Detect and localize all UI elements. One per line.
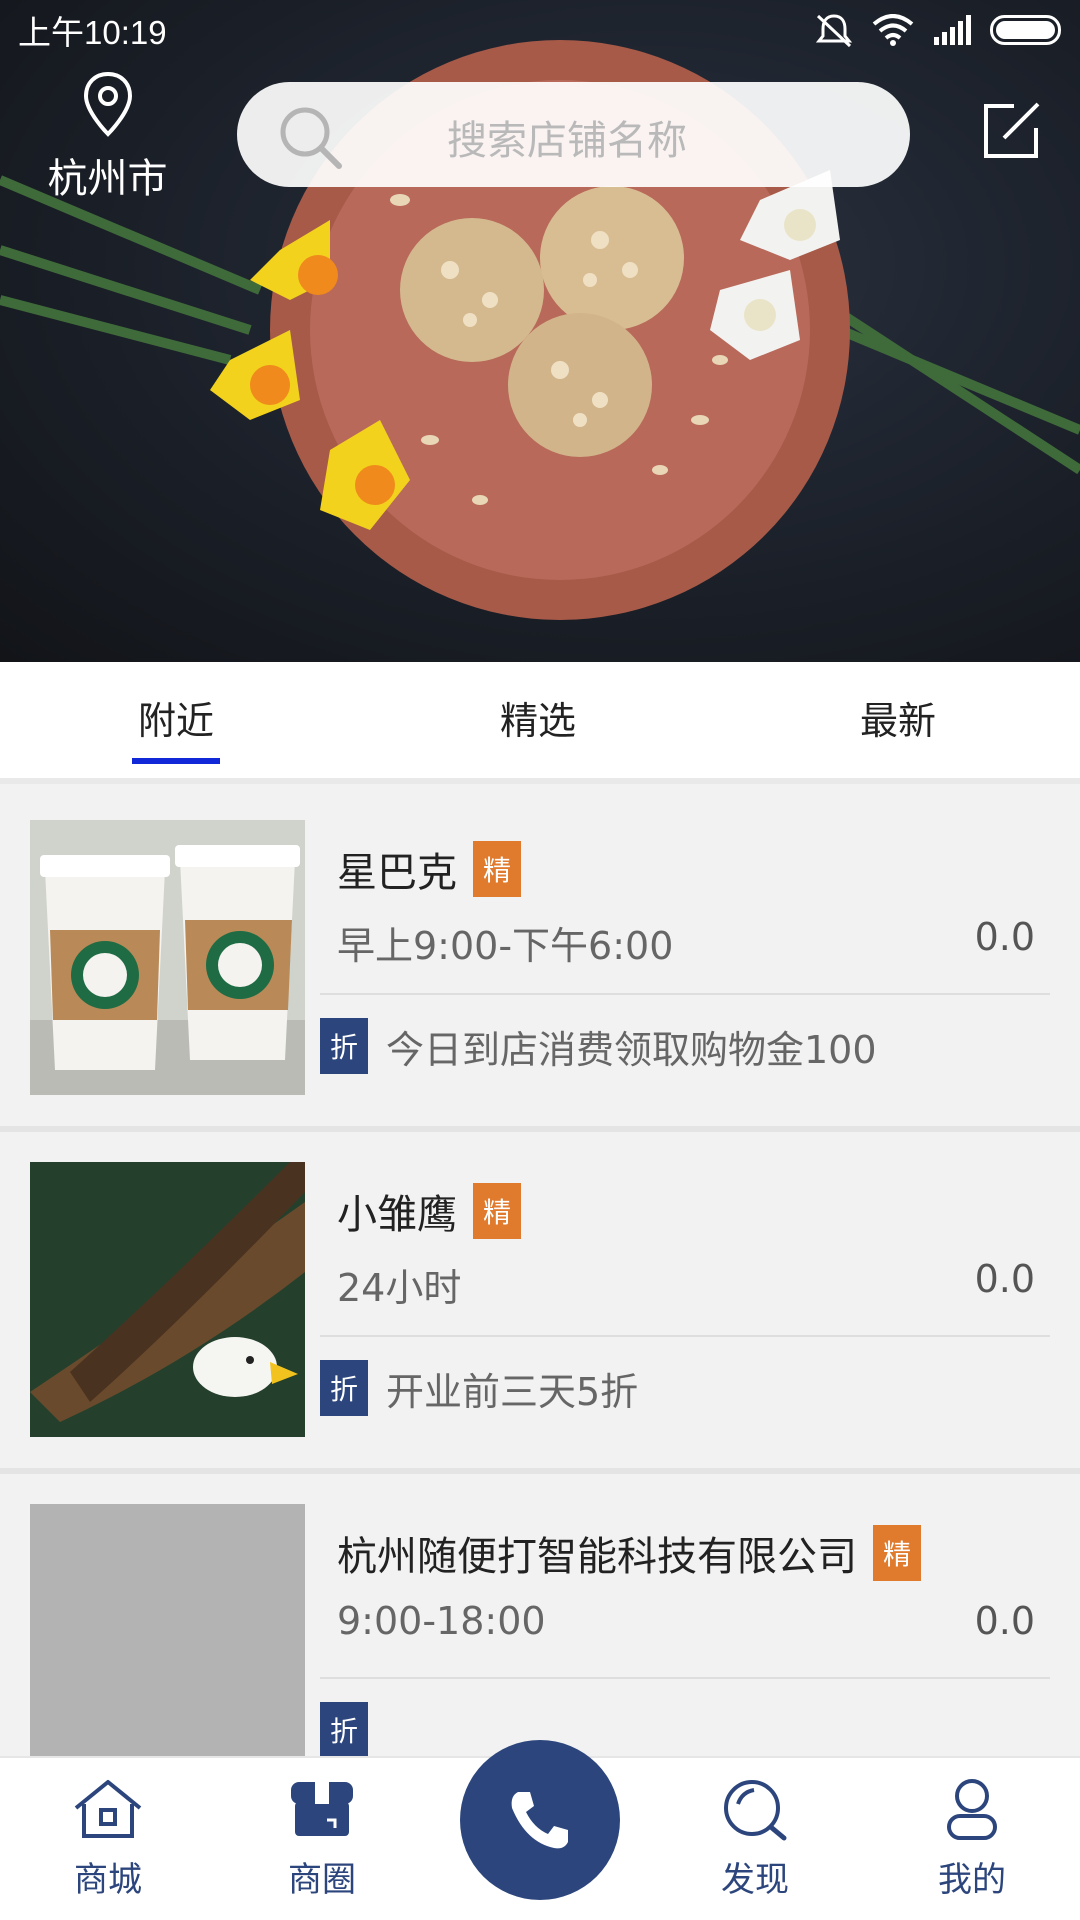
tab-latest[interactable]: 最新: [860, 690, 936, 745]
nav-profile[interactable]: 我的: [912, 1776, 1032, 1901]
search-icon: [280, 107, 342, 169]
store-thumbnail: [30, 820, 305, 1095]
nav-mall-label: 商城: [74, 1860, 142, 1900]
battery-icon: [990, 15, 1061, 45]
store-card[interactable]: 星巴克 精 早上9:00-下午6:00 0.0 折 今日到店消费领取购物金100: [0, 790, 1080, 1126]
tab-featured[interactable]: 精选: [500, 690, 576, 745]
nav-profile-label: 我的: [938, 1860, 1006, 1900]
discount-badge: 折: [320, 1360, 368, 1416]
search-placeholder: 搜索店铺名称: [447, 118, 687, 164]
store-thumbnail: [30, 1162, 305, 1437]
store-rating: 0.0: [974, 1257, 1035, 1301]
promo-text: 今日到店消费领取购物金100: [386, 1027, 877, 1072]
edit-icon[interactable]: [980, 100, 1042, 162]
nav-discover[interactable]: 发现: [695, 1776, 815, 1901]
profile-icon: [947, 1779, 997, 1840]
city-label: 杭州市: [47, 156, 168, 202]
silent-icon: [815, 14, 853, 48]
category-tabs: 附近 精选 最新: [0, 662, 1080, 784]
status-bar: 上午10:19: [0, 0, 1080, 60]
location-selector[interactable]: 杭州市: [30, 70, 185, 204]
store-hours: 早上9:00-下午6:00: [337, 924, 674, 968]
featured-badge: 精: [473, 841, 521, 897]
nav-mall[interactable]: 商城: [48, 1776, 168, 1901]
featured-badge: 精: [473, 1183, 521, 1239]
call-button[interactable]: [460, 1740, 620, 1900]
store-name: 小雏鹰: [337, 1192, 457, 1238]
status-time: 上午10:19: [18, 14, 167, 51]
nav-business-circle[interactable]: 商圈: [262, 1776, 382, 1901]
store-promo: 折 开业前三天5折: [320, 1360, 638, 1416]
store-card[interactable]: 小雏鹰 精 24小时 0.0 折 开业前三天5折: [0, 1132, 1080, 1468]
store-rating: 0.0: [974, 1599, 1035, 1643]
discount-badge: 折: [320, 1702, 368, 1758]
store-rating: 0.0: [974, 915, 1035, 959]
nav-discover-label: 发现: [721, 1860, 789, 1900]
tab-nearby[interactable]: 附近: [131, 690, 221, 764]
location-pin-icon: [83, 71, 132, 137]
divider: [320, 1677, 1050, 1679]
phone-icon: [511, 1792, 568, 1849]
home-icon: [74, 1780, 142, 1838]
store-hours: 24小时: [337, 1266, 462, 1310]
store-name: 杭州随便打智能科技有限公司: [337, 1534, 857, 1580]
nav-business-circle-label: 商圈: [288, 1860, 356, 1900]
discount-badge: 折: [320, 1018, 368, 1074]
store-promo: 折 今日到店消费领取购物金100: [320, 1018, 877, 1074]
hero-banner: 上午10:19 杭州市 搜索店铺名称: [0, 0, 1080, 662]
promo-text: 开业前三天5折: [386, 1369, 639, 1414]
divider: [320, 1335, 1050, 1337]
store-thumbnail: [30, 1504, 305, 1779]
wifi-icon: [872, 14, 914, 46]
divider: [320, 993, 1050, 995]
discover-icon: [724, 1780, 787, 1841]
store-hours: 9:00-18:00: [337, 1599, 546, 1643]
search-input[interactable]: 搜索店铺名称: [237, 82, 910, 187]
store-promo: 折: [320, 1702, 386, 1758]
shop-icon: [291, 1782, 353, 1836]
store-name: 星巴克: [337, 850, 457, 896]
featured-badge: 精: [873, 1525, 921, 1581]
signal-icon: [934, 15, 971, 45]
